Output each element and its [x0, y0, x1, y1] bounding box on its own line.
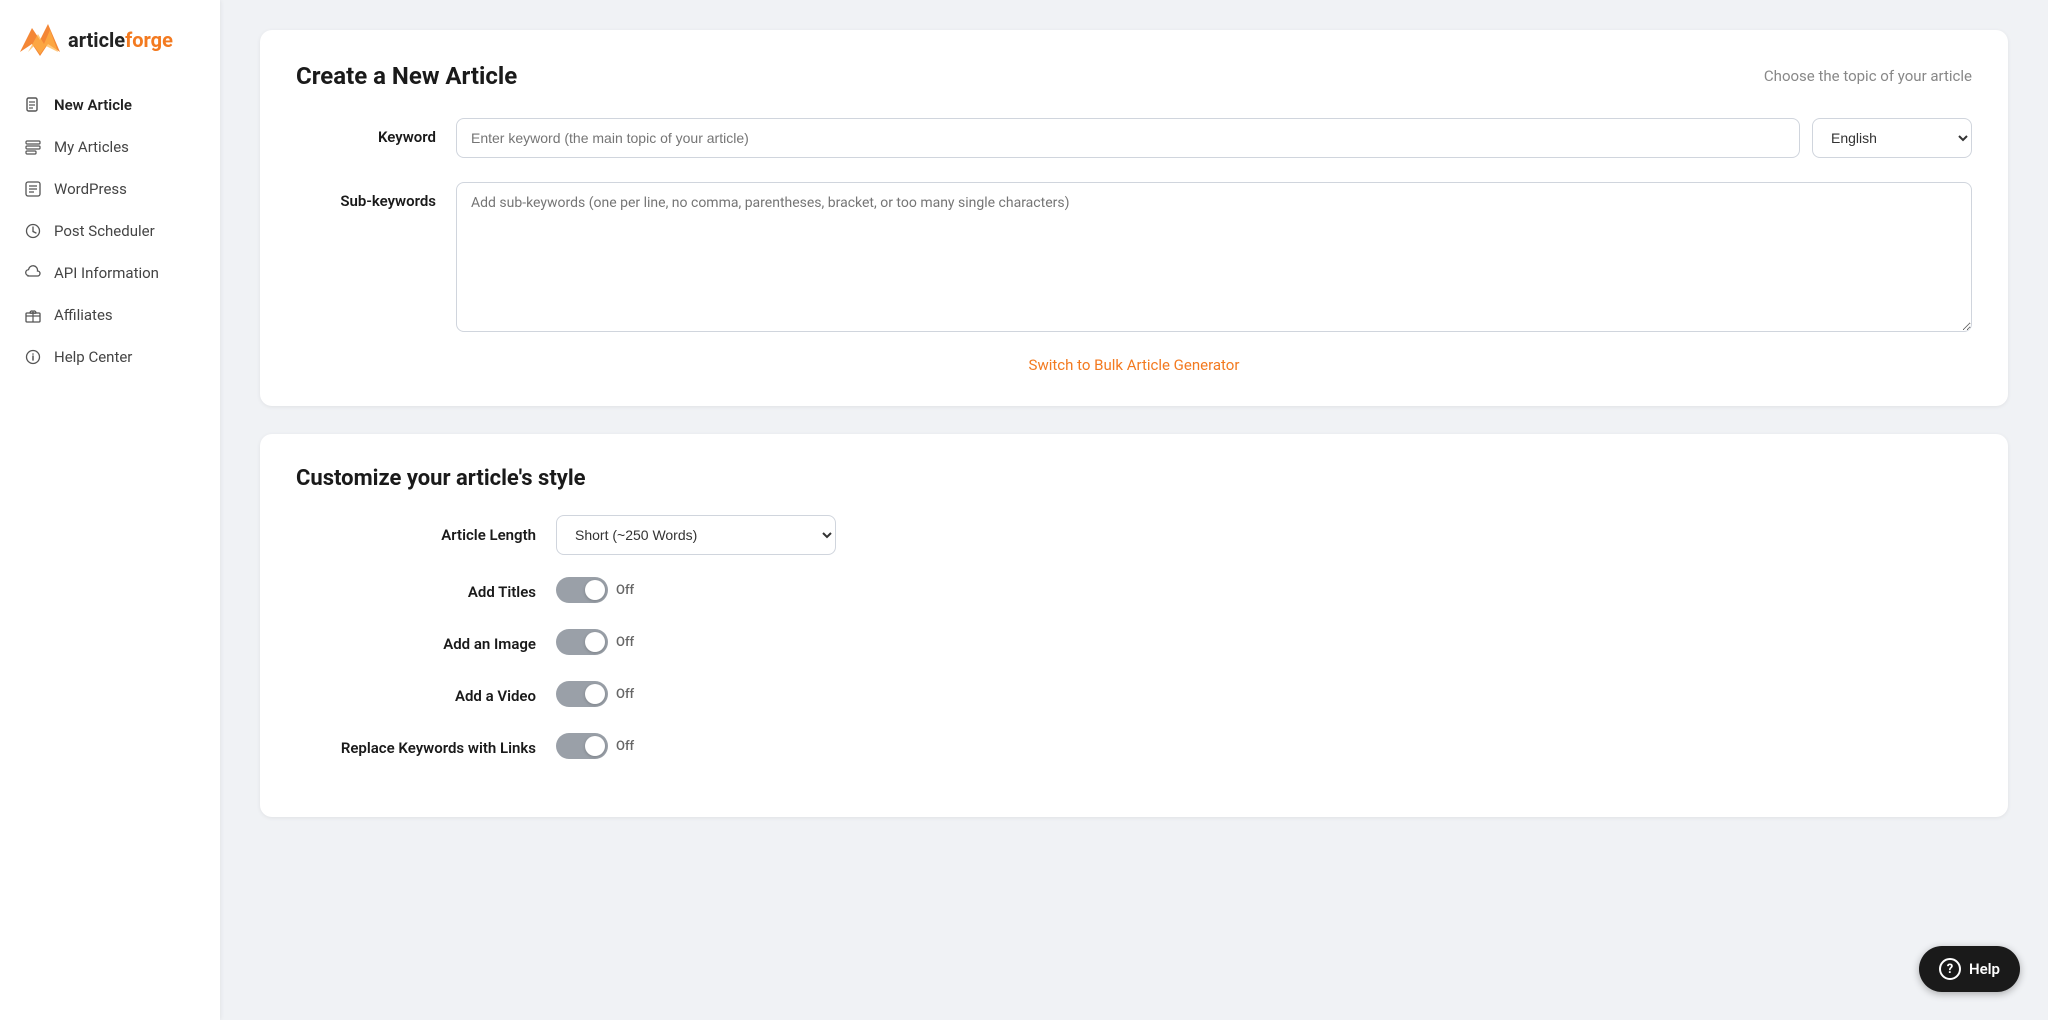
subkeywords-controls — [456, 182, 1972, 332]
add-video-toggle: Off — [556, 681, 634, 711]
gift-icon — [24, 306, 42, 324]
info-icon — [24, 348, 42, 366]
add-titles-label: Add Titles — [296, 583, 536, 601]
replace-keywords-state: Off — [616, 739, 634, 754]
customize-title: Customize your article's style — [296, 466, 1972, 491]
logo-article: article — [68, 28, 125, 52]
sidebar-item-label-post-scheduler: Post Scheduler — [54, 222, 155, 240]
add-titles-toggle: Off — [556, 577, 634, 607]
keyword-input[interactable] — [456, 118, 1800, 158]
card-title: Create a New Article — [296, 62, 517, 90]
article-length-control: Short (~250 Words) Medium (~500 Words) L… — [556, 515, 836, 555]
keyword-controls: English Spanish French German Italian Po… — [456, 118, 1972, 158]
help-icon: ? — [1939, 958, 1961, 980]
article-length-select[interactable]: Short (~250 Words) Medium (~500 Words) L… — [556, 515, 836, 555]
sidebar-item-label-api-information: API Information — [54, 264, 159, 282]
wp-icon — [24, 180, 42, 198]
customize-card: Customize your article's style Article L… — [260, 434, 2008, 817]
add-video-row: Add a Video Off — [296, 681, 1972, 711]
replace-keywords-toggle-label[interactable]: Off — [556, 733, 634, 759]
add-image-toggle-label[interactable]: Off — [556, 629, 634, 655]
sidebar-item-help-center[interactable]: Help Center — [0, 336, 220, 378]
add-video-state: Off — [616, 687, 634, 702]
sidebar-item-affiliates[interactable]: Affiliates — [0, 294, 220, 336]
help-button[interactable]: ? Help — [1919, 946, 2020, 992]
sidebar-item-label-wordpress: WordPress — [54, 180, 127, 198]
nav-list: New Article My Articles WordPress Post S… — [0, 84, 220, 378]
add-image-toggle: Off — [556, 629, 634, 659]
add-titles-state: Off — [616, 583, 634, 598]
logo: articleforge — [0, 24, 220, 84]
add-video-thumb — [585, 684, 605, 704]
replace-keywords-label: Replace Keywords with Links — [296, 739, 536, 757]
keyword-row: Keyword English Spanish French German It… — [296, 118, 1972, 158]
replace-keywords-track — [556, 733, 608, 759]
add-image-state: Off — [616, 635, 634, 650]
logo-icon — [20, 24, 60, 56]
sidebar: articleforge New Article My Articles Wor… — [0, 0, 220, 1020]
sidebar-item-my-articles[interactable]: My Articles — [0, 126, 220, 168]
replace-keywords-row: Replace Keywords with Links Off — [296, 733, 1972, 763]
keyword-label: Keyword — [296, 118, 436, 146]
create-article-card: Create a New Article Choose the topic of… — [260, 30, 2008, 406]
add-titles-row: Add Titles Off — [296, 577, 1972, 607]
subkeywords-row: Sub-keywords — [296, 182, 1972, 332]
sidebar-item-new-article[interactable]: New Article — [0, 84, 220, 126]
add-video-label: Add a Video — [296, 687, 536, 705]
sidebar-item-api-information[interactable]: API Information — [0, 252, 220, 294]
cloud-icon — [24, 264, 42, 282]
help-label: Help — [1969, 960, 2000, 978]
sidebar-item-label-affiliates: Affiliates — [54, 306, 113, 324]
sidebar-item-label-help-center: Help Center — [54, 348, 132, 366]
clock-icon — [24, 222, 42, 240]
add-video-toggle-label[interactable]: Off — [556, 681, 634, 707]
main-content: Create a New Article Choose the topic of… — [220, 0, 2048, 1020]
doc-icon — [24, 96, 42, 114]
sidebar-item-wordpress[interactable]: WordPress — [0, 168, 220, 210]
article-length-row: Article Length Short (~250 Words) Medium… — [296, 515, 1972, 555]
switch-bulk-link[interactable]: Switch to Bulk Article Generator — [296, 356, 1972, 374]
replace-keywords-thumb — [585, 736, 605, 756]
logo-forge: forge — [125, 28, 173, 52]
card-header: Create a New Article Choose the topic of… — [296, 62, 1972, 90]
add-titles-toggle-label[interactable]: Off — [556, 577, 634, 603]
add-image-row: Add an Image Off — [296, 629, 1972, 659]
add-titles-thumb — [585, 580, 605, 600]
article-length-label: Article Length — [296, 526, 536, 544]
subkeywords-input[interactable] — [456, 182, 1972, 332]
sidebar-item-label-my-articles: My Articles — [54, 138, 129, 156]
subkeywords-label: Sub-keywords — [296, 182, 436, 210]
list-icon — [24, 138, 42, 156]
add-titles-track — [556, 577, 608, 603]
add-image-thumb — [585, 632, 605, 652]
sidebar-item-label-new-article: New Article — [54, 96, 132, 114]
add-image-track — [556, 629, 608, 655]
replace-keywords-toggle: Off — [556, 733, 634, 763]
add-image-label: Add an Image — [296, 635, 536, 653]
language-select[interactable]: English Spanish French German Italian Po… — [1812, 118, 1972, 158]
card-subtitle: Choose the topic of your article — [1764, 67, 1972, 85]
add-video-track — [556, 681, 608, 707]
sidebar-item-post-scheduler[interactable]: Post Scheduler — [0, 210, 220, 252]
